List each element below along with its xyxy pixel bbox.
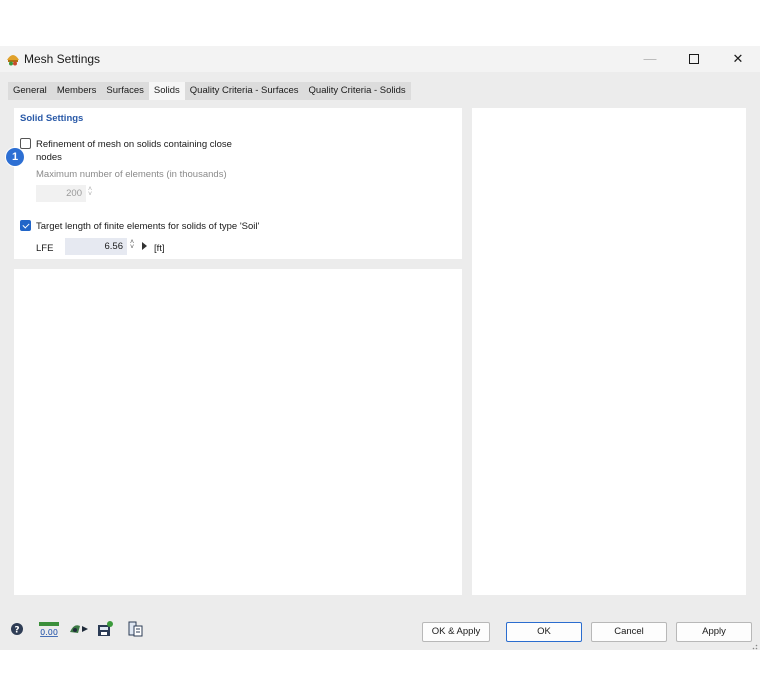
max-elements-label: Maximum number of elements (in thousands… xyxy=(36,169,227,180)
refinement-label-cont: nodes xyxy=(36,152,62,163)
units-icon[interactable] xyxy=(68,620,90,638)
close-button[interactable]: ✕ xyxy=(716,46,760,72)
load-template-icon[interactable] xyxy=(126,620,144,638)
max-elements-input[interactable]: 200 xyxy=(36,185,86,202)
callout-badge: 1 xyxy=(6,148,24,166)
preview-panel xyxy=(472,108,746,595)
resize-grip-icon[interactable] xyxy=(750,642,758,650)
ok-button[interactable]: OK xyxy=(506,622,582,642)
svg-text:?: ? xyxy=(14,626,19,636)
lfe-label: LFE xyxy=(36,243,54,254)
tab-surfaces[interactable]: Surfaces xyxy=(101,82,149,100)
help-icon[interactable]: ? xyxy=(8,620,26,638)
lfe-spinner[interactable]: ˄ ˅ xyxy=(130,239,134,251)
target-length-label: Target length of finite elements for sol… xyxy=(36,221,260,232)
tab-quality-criteria-solids[interactable]: Quality Criteria - Solids xyxy=(303,82,411,100)
decimal-places-text: 0.00 xyxy=(40,628,58,637)
refinement-checkbox[interactable] xyxy=(20,138,31,149)
app-icon xyxy=(7,55,19,66)
lfe-arrow-icon[interactable] xyxy=(142,242,147,250)
decimal-places-icon[interactable]: 0.00 xyxy=(38,620,60,638)
tab-quality-criteria-surfaces[interactable]: Quality Criteria - Surfaces xyxy=(184,82,304,100)
maximize-icon xyxy=(689,53,699,64)
maximize-button[interactable] xyxy=(672,46,716,72)
lfe-input[interactable]: 6.56 xyxy=(65,238,127,255)
mesh-settings-dialog: Mesh Settings — ✕ General Members Surfac… xyxy=(0,46,760,650)
close-icon: ✕ xyxy=(732,51,744,66)
target-length-checkbox[interactable] xyxy=(20,220,31,231)
tab-members[interactable]: Members xyxy=(51,82,102,100)
minimize-icon: — xyxy=(643,51,657,66)
tab-bar: General Members Surfaces Solids Quality … xyxy=(8,82,411,100)
tab-solids[interactable]: Solids xyxy=(148,82,185,100)
solid-settings-panel: Solid Settings Refinement of mesh on sol… xyxy=(14,108,462,259)
refinement-label: Refinement of mesh on solids containing … xyxy=(36,139,232,150)
apply-button[interactable]: Apply xyxy=(676,622,752,642)
title-bar: Mesh Settings — ✕ xyxy=(0,46,760,72)
bottom-toolbar: ? 0.00 OK & Apply OK Cancel Apply xyxy=(0,610,760,650)
section-title: Solid Settings xyxy=(20,113,84,124)
tab-general[interactable]: General xyxy=(8,82,52,100)
lfe-unit: [ft] xyxy=(154,243,165,254)
save-template-icon[interactable] xyxy=(96,620,114,638)
cancel-button[interactable]: Cancel xyxy=(591,622,667,642)
minimize-button[interactable]: — xyxy=(628,46,672,72)
ok-apply-button[interactable]: OK & Apply xyxy=(422,622,490,642)
window-title: Mesh Settings xyxy=(24,52,101,66)
lower-panel xyxy=(14,269,462,595)
max-elements-spinner[interactable]: ˄ ˅ xyxy=(88,186,92,198)
